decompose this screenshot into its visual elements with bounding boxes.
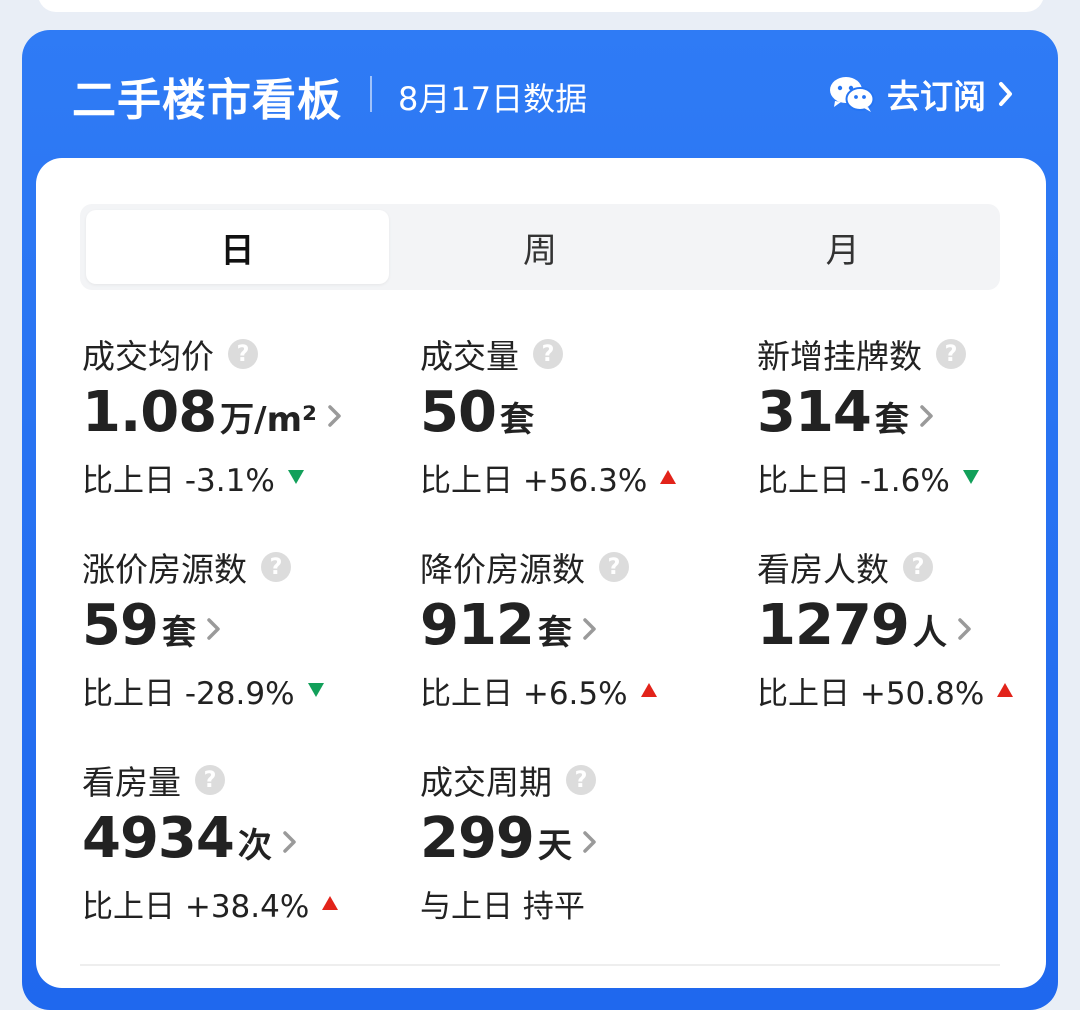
- wechat-icon: [830, 77, 875, 112]
- metric-unit: 人: [912, 613, 947, 653]
- chevron-right-icon: [999, 82, 1012, 106]
- chevron-right-icon: [328, 405, 341, 427]
- chevron-right-icon: [583, 618, 596, 640]
- metric-value-link[interactable]: 299 天: [420, 806, 720, 878]
- metric-unit: 套: [161, 613, 196, 653]
- metric-label: 成交量: [420, 337, 519, 376]
- previous-card-bottom: [38, 0, 1044, 12]
- metric-compare: 比上日 +56.3%: [420, 462, 648, 499]
- trend-down-icon: [287, 470, 304, 484]
- metric-label: 降价房源数: [420, 550, 585, 589]
- metric-label: 看房量: [82, 763, 181, 802]
- metric-value: 299: [420, 806, 535, 871]
- trend-up-icon: [997, 683, 1014, 697]
- chevron-right-icon: [207, 618, 220, 640]
- trend-down-icon: [962, 470, 979, 484]
- trend-up-icon: [640, 683, 657, 697]
- data-date: 8月17日数据: [398, 80, 588, 118]
- metric-avg-price: 成交均价 ? 1.08 万/m² 比上日 -3.1%: [82, 330, 382, 520]
- metric-value-link[interactable]: 4934 次: [82, 806, 382, 878]
- metric-unit: 天: [537, 826, 572, 866]
- metric-value-link[interactable]: 1279 人: [757, 593, 1057, 665]
- metric-price-up-listings: 涨价房源数 ? 59 套 比上日 -28.9%: [82, 543, 382, 733]
- dashboard-title: 二手楼市看板: [72, 75, 342, 126]
- help-icon[interactable]: ?: [936, 339, 966, 369]
- chevron-right-icon: [920, 405, 933, 427]
- metric-compare: 比上日 +38.4%: [82, 888, 310, 925]
- metrics-grid: 成交均价 ? 1.08 万/m² 比上日 -3.1% 成交量 ? 50 套 比上…: [82, 330, 1022, 930]
- metric-value: 912: [420, 593, 535, 658]
- metric-value-link[interactable]: 1.08 万/m²: [82, 380, 382, 452]
- metric-value: 59: [82, 593, 159, 658]
- metric-label: 成交均价: [82, 337, 214, 376]
- metric-label: 新增挂牌数: [757, 337, 922, 376]
- metric-label: 看房人数: [757, 550, 889, 589]
- section-divider: [80, 964, 1000, 966]
- help-icon[interactable]: ?: [533, 339, 563, 369]
- tab-day[interactable]: 日: [86, 210, 389, 284]
- metric-compare: 比上日 -1.6%: [757, 462, 950, 499]
- metric-label: 成交周期: [420, 763, 552, 802]
- help-icon[interactable]: ?: [261, 552, 291, 582]
- metric-unit: 套: [874, 400, 909, 440]
- trend-up-icon: [660, 470, 677, 484]
- metric-unit: 套: [499, 400, 534, 440]
- trend-up-icon: [322, 896, 339, 910]
- chevron-right-icon: [283, 831, 296, 853]
- metric-viewers: 看房人数 ? 1279 人 比上日 +50.8%: [757, 543, 1057, 733]
- metric-unit: 套: [537, 613, 572, 653]
- subscribe-label: 去订阅: [887, 77, 986, 116]
- metric-value-link[interactable]: 59 套: [82, 593, 382, 665]
- period-tabs: 日 周 月: [80, 204, 1000, 290]
- tab-month[interactable]: 月: [691, 210, 994, 284]
- metric-compare: 比上日 +6.5%: [420, 675, 628, 712]
- metric-label: 涨价房源数: [82, 550, 247, 589]
- help-icon[interactable]: ?: [599, 552, 629, 582]
- metric-compare: 比上日 +50.8%: [757, 675, 985, 712]
- metric-unit: 次: [237, 826, 272, 866]
- tab-week[interactable]: 周: [389, 210, 692, 284]
- metric-value: 50: [420, 380, 497, 445]
- metric-viewings: 看房量 ? 4934 次 比上日 +38.4%: [82, 756, 382, 946]
- metric-value-link[interactable]: 912 套: [420, 593, 720, 665]
- metric-compare: 与上日 持平: [420, 888, 585, 925]
- metric-deal-cycle: 成交周期 ? 299 天 与上日 持平: [420, 756, 720, 946]
- metric-compare: 比上日 -3.1%: [82, 462, 275, 499]
- title-divider: [370, 76, 372, 112]
- chevron-right-icon: [958, 618, 971, 640]
- metric-new-listings: 新增挂牌数 ? 314 套 比上日 -1.6%: [757, 330, 1057, 520]
- help-icon[interactable]: ?: [228, 339, 258, 369]
- dashboard-header: 二手楼市看板 8月17日数据 去订阅: [22, 30, 1058, 158]
- subscribe-button[interactable]: 去订阅: [829, 68, 1014, 120]
- metric-value: 4934: [82, 806, 235, 871]
- chevron-right-icon: [583, 831, 596, 853]
- metric-value: 1.08: [82, 380, 217, 445]
- metric-value-link[interactable]: 50 套: [420, 380, 720, 452]
- metric-unit: 万/m²: [220, 400, 317, 440]
- metric-value: 1279: [757, 593, 910, 658]
- trend-down-icon: [307, 683, 324, 697]
- help-icon[interactable]: ?: [903, 552, 933, 582]
- metric-deal-volume: 成交量 ? 50 套 比上日 +56.3%: [420, 330, 720, 520]
- metric-value: 314: [757, 380, 872, 445]
- help-icon[interactable]: ?: [195, 765, 225, 795]
- metric-price-down-listings: 降价房源数 ? 912 套 比上日 +6.5%: [420, 543, 720, 733]
- help-icon[interactable]: ?: [566, 765, 596, 795]
- metric-compare: 比上日 -28.9%: [82, 675, 295, 712]
- metric-value-link[interactable]: 314 套: [757, 380, 1057, 452]
